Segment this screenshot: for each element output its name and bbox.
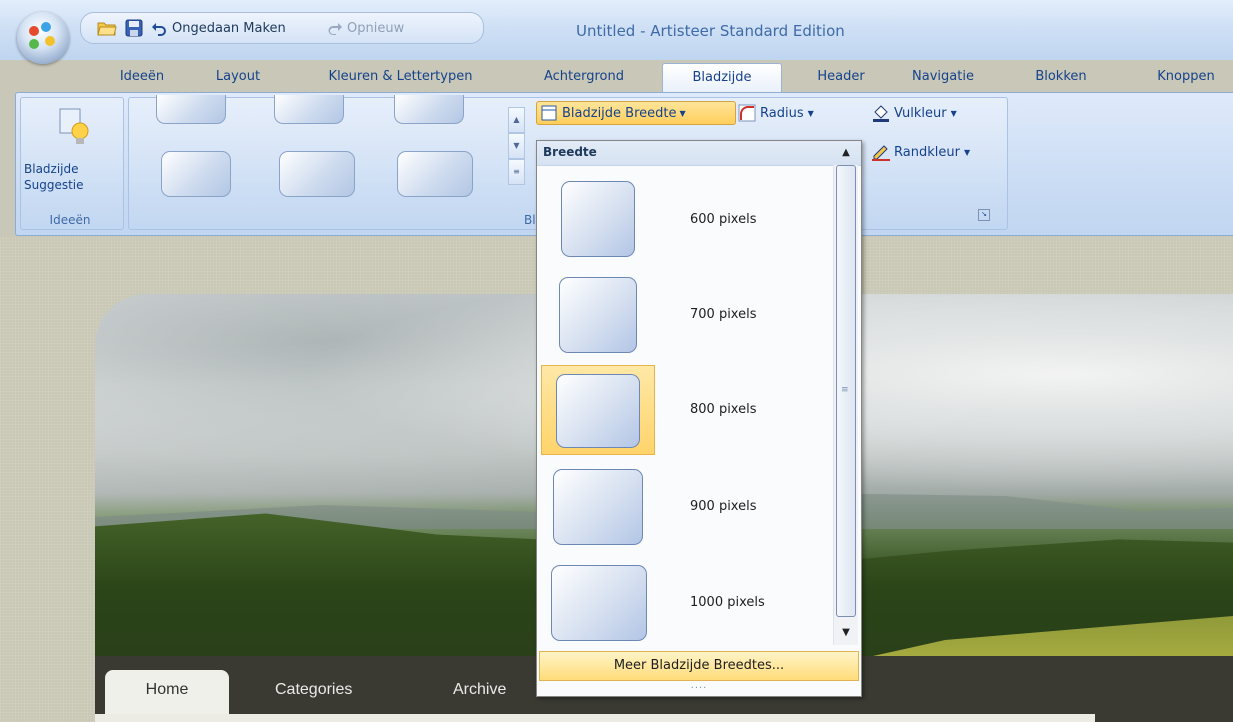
page-width-icon (541, 105, 557, 121)
gallery-more[interactable]: ≡ (508, 159, 525, 185)
dialog-launcher-icon[interactable]: ↘ (978, 209, 990, 221)
width-option-900[interactable]: 900 pixels (537, 461, 837, 557)
gallery-scroll-up[interactable]: ▲ (508, 107, 525, 133)
chevron-down-icon: ▼ (963, 147, 971, 157)
thumb-grip-icon: ≡ (841, 385, 849, 395)
width-option-label: 600 pixels (690, 212, 757, 227)
resize-grip[interactable]: ···· (537, 684, 861, 697)
orb-dot-blue (41, 22, 51, 32)
tab-ideeen[interactable]: Ideeën (112, 63, 172, 91)
radius-button[interactable]: Radius ▼ (738, 102, 814, 124)
scroll-down-icon[interactable]: ▼ (834, 623, 858, 643)
open-folder-icon[interactable] (97, 19, 117, 37)
width-swatch (561, 181, 635, 257)
ribbon-tabs: Ideeën Layout Kleuren & Lettertypen Acht… (0, 60, 1233, 92)
width-option-800[interactable] (541, 365, 655, 455)
more-widths-button[interactable]: Meer Bladzijde Breedtes... (539, 651, 859, 681)
page-suggestion-button[interactable]: Bladzijde Suggestie (24, 103, 120, 203)
dropdown-scrollbar[interactable]: ▲ ≡ ▼ (833, 147, 858, 645)
quick-access-toolbar: Ongedaan Maken Opnieuw (80, 12, 484, 44)
page-body-edge (95, 714, 1095, 722)
dropdown-header-label: Breedte (543, 145, 597, 159)
orb-dot-green (29, 39, 39, 49)
gallery-item[interactable] (394, 95, 464, 124)
width-swatch (551, 565, 647, 641)
width-option-label[interactable]: 800 pixels (690, 402, 757, 417)
suggest-label-1: Bladzijde (24, 162, 79, 176)
undo-icon (152, 23, 166, 36)
chevron-down-icon: ▼ (950, 108, 957, 118)
gallery-item[interactable] (156, 95, 226, 124)
group-label-ideeen: Ideeën (49, 213, 91, 227)
border-color-label: Randkleur (894, 144, 960, 160)
nav-archive[interactable]: Archive (453, 670, 506, 706)
undo-label: Ongedaan Maken (172, 20, 286, 36)
pencil-icon (872, 145, 890, 161)
radius-label: Radius (760, 105, 804, 121)
group-label-bladzijde: Bl (524, 213, 536, 227)
undo-button[interactable]: Ongedaan Maken (151, 19, 286, 37)
width-option-1000[interactable]: 1000 pixels (537, 557, 837, 653)
save-icon[interactable] (125, 19, 143, 37)
width-swatch (559, 277, 637, 353)
radius-icon (738, 104, 756, 122)
page-width-button[interactable]: Bladzijde Breedte ▼ (536, 101, 736, 125)
tab-header[interactable]: Header (806, 63, 876, 91)
dropdown-header: Breedte (537, 141, 861, 166)
chevron-down-icon: ▼ (679, 108, 686, 118)
width-option-label: 1000 pixels (690, 595, 765, 610)
scroll-up-icon[interactable]: ▲ (834, 143, 858, 163)
width-option-600[interactable]: 600 pixels (537, 173, 837, 269)
title-bar: Ongedaan Maken Opnieuw Untitled - Artist… (0, 0, 1233, 64)
redo-icon (328, 23, 342, 35)
gallery-scroll-down[interactable]: ▼ (508, 133, 525, 159)
suggest-label-2: Suggestie (24, 178, 84, 192)
tab-navigatie[interactable]: Navigatie (902, 63, 984, 91)
fill-color-button[interactable]: Vulkleur ▼ (871, 102, 957, 124)
fill-color-label: Vulkleur (894, 105, 947, 121)
chevron-down-icon: ▼ (807, 108, 814, 118)
width-option-700[interactable]: 700 pixels (537, 269, 837, 365)
orb-dot-yellow (45, 36, 55, 46)
gallery-item[interactable] (397, 151, 473, 197)
nav-categories[interactable]: Categories (275, 670, 352, 706)
gallery-item[interactable] (279, 151, 355, 197)
window-title: Untitled - Artisteer Standard Edition (576, 22, 845, 40)
gallery-item[interactable] (161, 151, 231, 197)
office-orb-icon[interactable] (17, 12, 69, 64)
redo-label: Opnieuw (347, 20, 405, 36)
tab-achtergrond[interactable]: Achtergrond (528, 63, 640, 91)
fill-bucket-icon (873, 105, 889, 122)
tab-bladzijde[interactable]: Bladzijde (662, 63, 782, 92)
redo-button[interactable]: Opnieuw (327, 19, 404, 37)
width-swatch (556, 374, 640, 448)
border-color-button[interactable]: Randkleur ▼ (871, 141, 970, 163)
tab-kleuren-lettertypen[interactable]: Kleuren & Lettertypen (308, 63, 493, 91)
tab-knoppen[interactable]: Knoppen (1146, 63, 1226, 91)
tab-layout[interactable]: Layout (208, 63, 268, 91)
gallery-item[interactable] (274, 95, 344, 124)
width-swatch (553, 469, 643, 545)
lightbulb-icon (59, 108, 89, 144)
width-option-label: 700 pixels (690, 307, 757, 322)
page-width-dropdown: Breedte 600 pixels 700 pixels 800 pixels… (536, 140, 862, 697)
width-option-label: 900 pixels (690, 499, 757, 514)
orb-dot-red (29, 26, 39, 36)
page-width-label: Bladzijde Breedte (562, 105, 677, 121)
tab-blokken[interactable]: Blokken (1026, 63, 1096, 91)
